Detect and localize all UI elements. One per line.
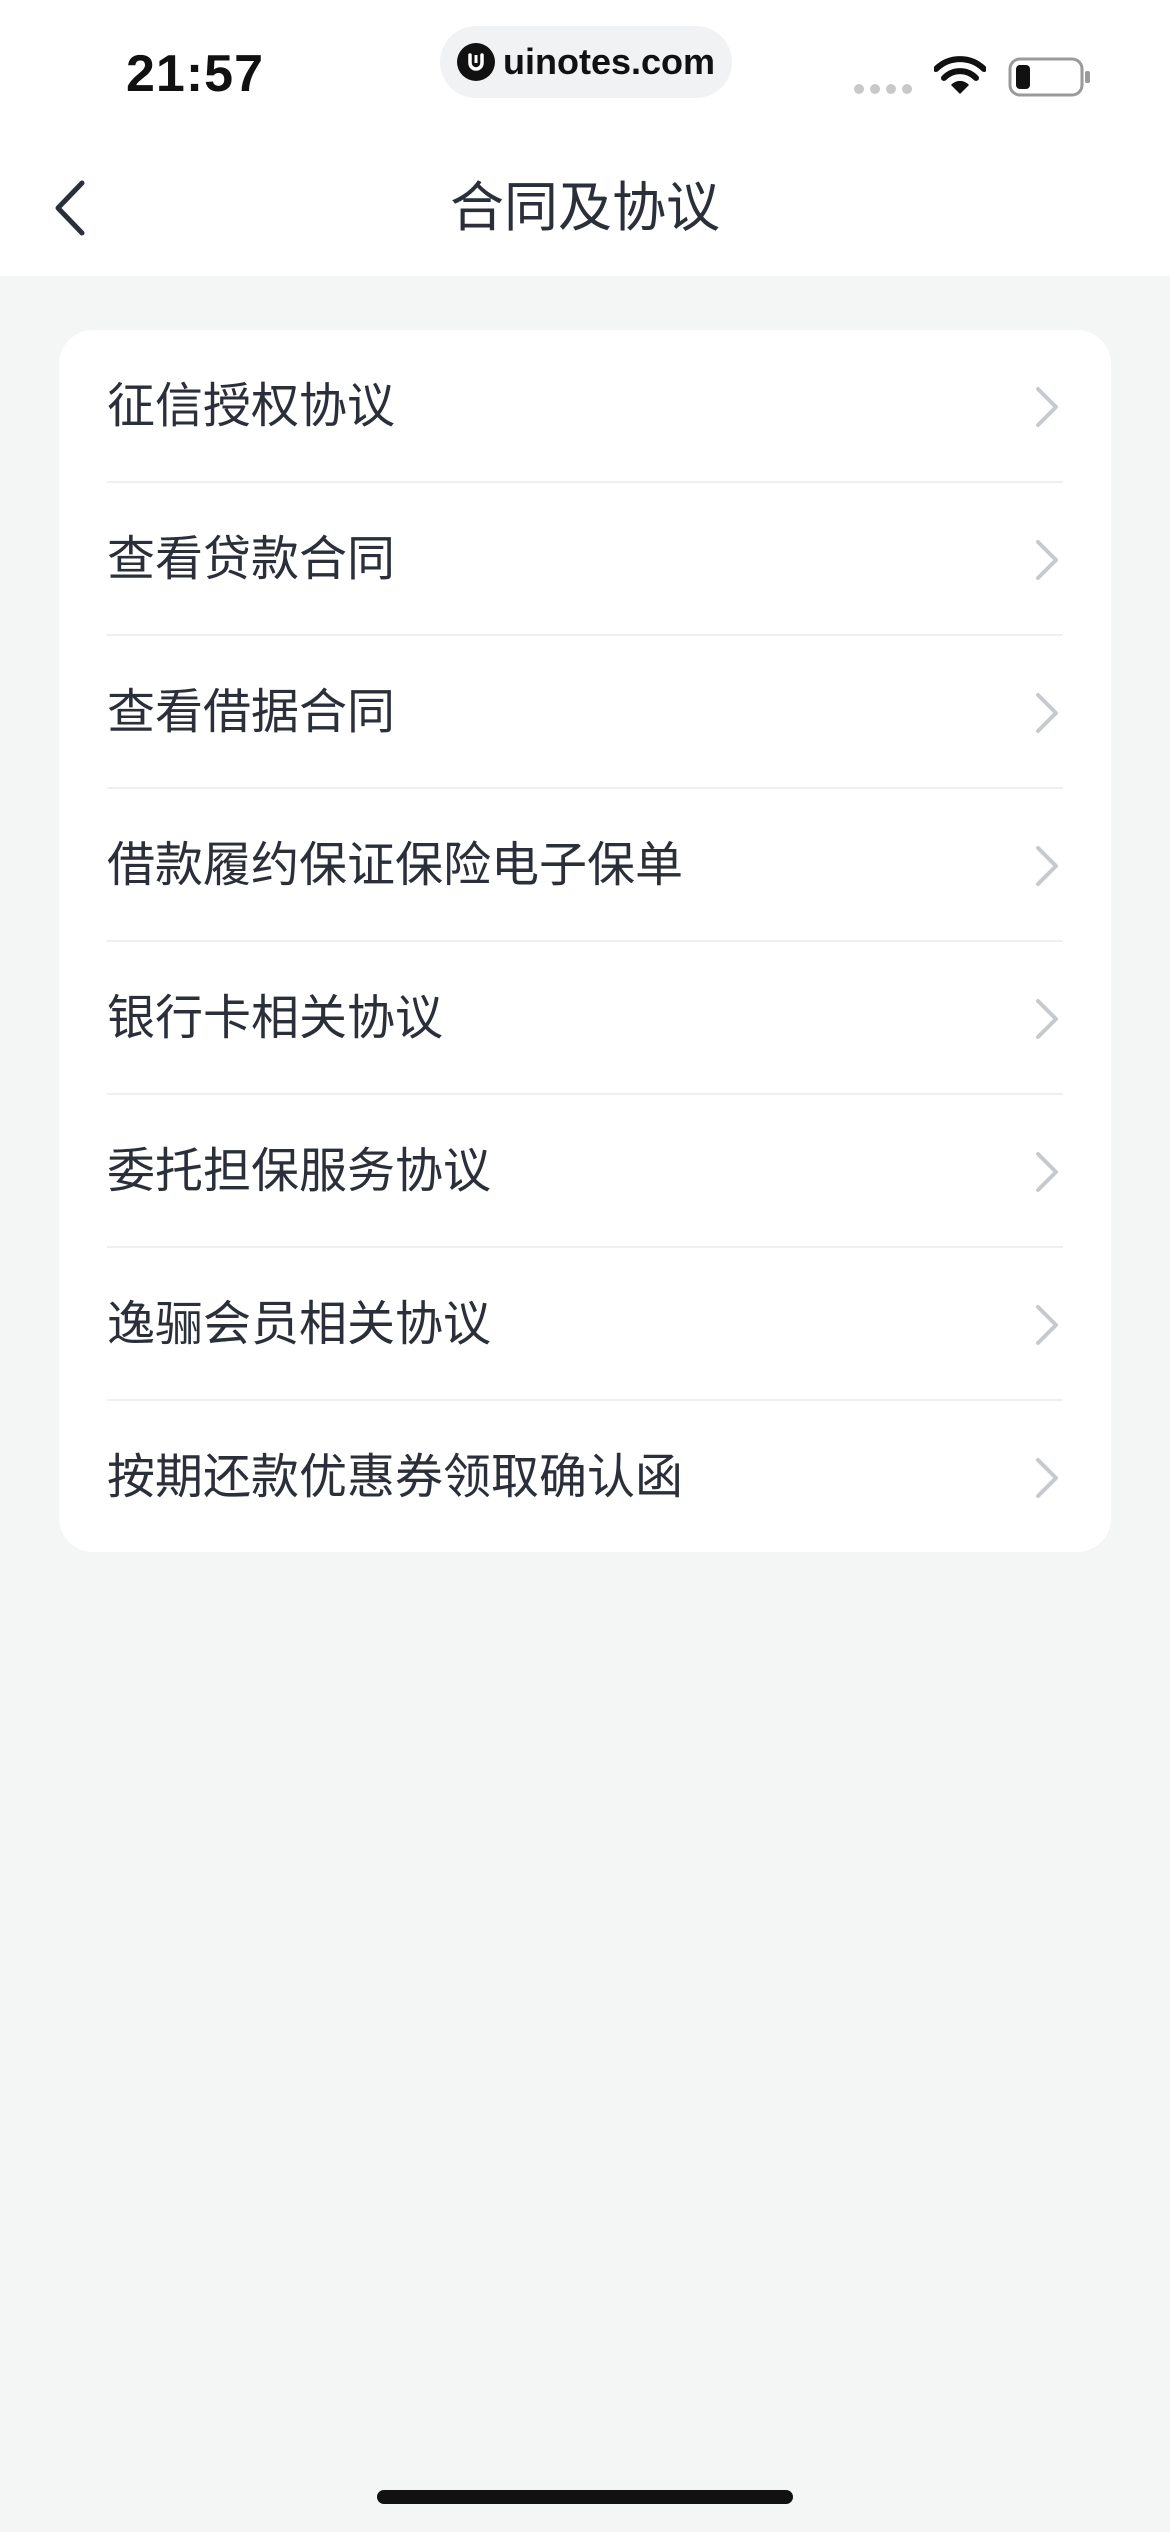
chevron-right-icon bbox=[1036, 387, 1058, 427]
nav-bar: 合同及协议 bbox=[0, 140, 1170, 276]
chevron-right-icon bbox=[1036, 1152, 1058, 1192]
chevron-right-icon bbox=[1036, 693, 1058, 733]
list-item-label: 查看借据合同 bbox=[107, 684, 396, 740]
chevron-left-icon bbox=[55, 180, 85, 236]
home-indicator[interactable] bbox=[377, 2490, 793, 2504]
status-bar: 21:57 uinotes.com bbox=[0, 0, 1170, 140]
url-text: uinotes.com bbox=[502, 41, 716, 82]
chevron-right-icon bbox=[1036, 1305, 1058, 1345]
chevron-right-icon bbox=[1036, 846, 1058, 886]
list-item-loan-contract[interactable]: 查看贷款合同 bbox=[59, 483, 1111, 636]
chevron-right-icon bbox=[1036, 1458, 1058, 1498]
list-item-label: 征信授权协议 bbox=[107, 378, 396, 434]
page-title: 合同及协议 bbox=[450, 176, 720, 239]
status-time: 21:57 bbox=[126, 45, 264, 103]
chevron-right-icon bbox=[1036, 540, 1058, 580]
list-item-label: 逸骊会员相关协议 bbox=[107, 1296, 492, 1352]
header-area: 21:57 uinotes.com 合同及协议 bbox=[0, 0, 1170, 276]
site-logo-icon bbox=[456, 43, 495, 81]
list-item-label: 借款履约保证保险电子保单 bbox=[107, 837, 684, 893]
list-item-label: 按期还款优惠券领取确认函 bbox=[107, 1449, 684, 1505]
chevron-right-icon bbox=[1036, 999, 1058, 1039]
list-item-credit-authorization[interactable]: 征信授权协议 bbox=[59, 330, 1111, 483]
wifi-icon bbox=[934, 56, 986, 94]
list-item-insurance-policy[interactable]: 借款履约保证保险电子保单 bbox=[59, 789, 1111, 942]
list-item-guarantee-service[interactable]: 委托担保服务协议 bbox=[59, 1095, 1111, 1248]
page: 21:57 uinotes.com 合同及协议 征信授权协议 查看贷款合同 查看… bbox=[0, 0, 1170, 2532]
agreement-list: 征信授权协议 查看贷款合同 查看借据合同 借款履约保证保险电子保单 银行卡相关协… bbox=[59, 330, 1111, 1552]
url-pill[interactable]: uinotes.com bbox=[440, 26, 732, 98]
signal-icon bbox=[854, 84, 912, 94]
list-item-label: 银行卡相关协议 bbox=[107, 990, 444, 1046]
list-item-label: 查看贷款合同 bbox=[107, 531, 396, 587]
list-item-iou-contract[interactable]: 查看借据合同 bbox=[59, 636, 1111, 789]
list-item-bank-card-agreement[interactable]: 银行卡相关协议 bbox=[59, 942, 1111, 1095]
list-item-label: 委托担保服务协议 bbox=[107, 1143, 492, 1199]
list-item-coupon-confirmation[interactable]: 按期还款优惠券领取确认函 bbox=[59, 1401, 1111, 1552]
back-button[interactable] bbox=[30, 168, 110, 248]
battery-icon bbox=[1008, 57, 1090, 97]
list-item-membership-agreement[interactable]: 逸骊会员相关协议 bbox=[59, 1248, 1111, 1401]
